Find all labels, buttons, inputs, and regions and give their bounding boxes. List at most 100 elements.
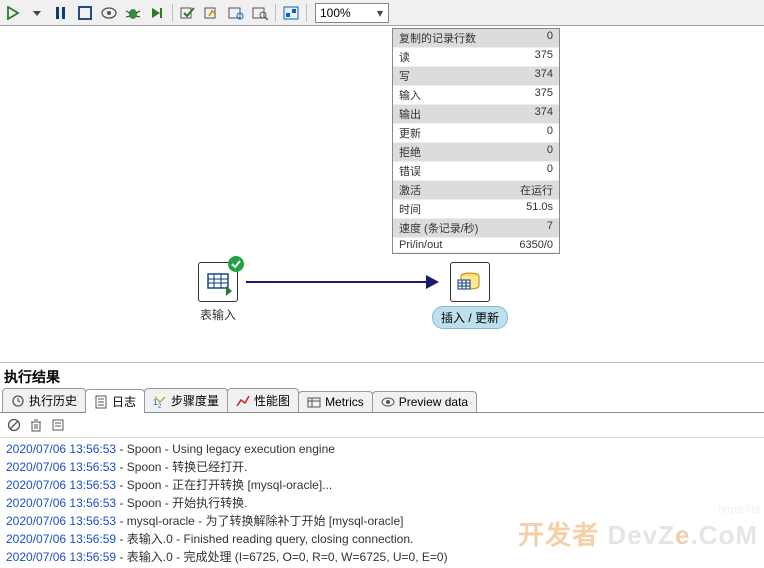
tab-label: 性能图 — [254, 392, 290, 409]
metrics-icon — [307, 395, 321, 409]
stats-key: 速度 (条记录/秒) — [399, 220, 478, 236]
stats-row: 复制的记录行数 0 — [393, 29, 559, 48]
log-line: 2020/07/06 13:56:59 - 表输入.0 - Finished r… — [6, 530, 758, 548]
stats-row: 输出 374 — [393, 105, 559, 124]
stats-key: 更新 — [399, 125, 421, 141]
log-line: 2020/07/06 13:56:53 - Spoon - Using lega… — [6, 440, 758, 458]
transformation-canvas[interactable]: 复制的记录行数0读375写374输入375输出374更新0拒绝0错误0激活在运行… — [0, 26, 764, 362]
zoom-input[interactable] — [316, 6, 372, 20]
toolbar: ▾ — [0, 0, 764, 26]
stats-value: 0 — [547, 163, 553, 179]
insert-update-icon — [450, 262, 490, 302]
tab-perf[interactable]: 性能图 — [227, 388, 299, 412]
stats-value: 0 — [547, 125, 553, 141]
log-timestamp: 2020/07/06 13:56:53 — [6, 496, 116, 510]
replay-button[interactable] — [146, 2, 168, 24]
stats-row: 输入375 — [393, 86, 559, 105]
sql-button[interactable] — [225, 2, 247, 24]
stats-row: 读375 — [393, 48, 559, 67]
settings-icon[interactable] — [50, 417, 66, 433]
log-body[interactable]: 2020/07/06 13:56:53 - Spoon - Using lega… — [0, 438, 764, 568]
stop-button[interactable] — [74, 2, 96, 24]
tab-metrics[interactable]: Metrics — [298, 391, 373, 412]
tab-preview[interactable]: Preview data — [372, 391, 477, 412]
log-message: - Spoon - 正在打开转换 [mysql-oracle]... — [116, 478, 332, 492]
run-dropdown[interactable] — [26, 2, 48, 24]
stats-key: 时间 — [399, 201, 421, 217]
log-timestamp: 2020/07/06 13:56:53 — [6, 460, 116, 474]
results-tabs: 执行历史 日志 12 步骤度量 性能图 Metrics Preview data — [0, 389, 764, 413]
log-message: - Spoon - 开始执行转换. — [116, 496, 247, 510]
tab-label: Metrics — [325, 395, 364, 409]
results-title: 执行结果 — [0, 362, 764, 389]
stats-value: 374 — [535, 106, 553, 122]
tab-label: 日志 — [112, 393, 136, 410]
stats-key: 复制的记录行数 — [399, 30, 476, 46]
run-button[interactable] — [2, 2, 24, 24]
stats-value: 在运行 — [520, 182, 553, 198]
history-icon — [11, 394, 25, 408]
toolbar-separator — [172, 4, 173, 22]
tab-log[interactable]: 日志 — [85, 389, 145, 413]
stats-value: 7 — [547, 220, 553, 236]
stats-key: 读 — [399, 49, 410, 65]
step-table-input[interactable]: 表输入 — [198, 262, 238, 323]
stats-row: 更新 0 — [393, 124, 559, 143]
stats-value: 0 — [547, 30, 553, 46]
step-label: 表输入 — [198, 306, 238, 323]
log-message: - 表输入.0 - 完成处理 (I=6725, O=0, R=0, W=6725… — [116, 550, 447, 564]
stats-key: 拒绝 — [399, 144, 421, 160]
toolbar-separator — [306, 4, 307, 22]
stats-value: 374 — [535, 68, 553, 84]
stats-row: 速度 (条记录/秒) 7 — [393, 219, 559, 238]
step-label: 插入 / 更新 — [432, 306, 508, 329]
stats-key: 输出 — [399, 106, 421, 122]
pause-button[interactable] — [50, 2, 72, 24]
stats-row: 拒绝 0 — [393, 143, 559, 162]
explore-button[interactable] — [249, 2, 271, 24]
step-metrics-icon: 12 — [153, 394, 167, 408]
log-timestamp: 2020/07/06 13:56:59 — [6, 550, 116, 564]
show-results-button[interactable] — [280, 2, 302, 24]
log-timestamp: 2020/07/06 13:56:53 — [6, 478, 116, 492]
step-metrics-tooltip: 复制的记录行数0读375写374输入375输出374更新0拒绝0错误0激活在运行… — [392, 28, 560, 254]
zoom-combo[interactable]: ▾ — [315, 3, 389, 23]
eye-icon — [381, 395, 395, 409]
log-message: - mysql-oracle - 为了转换解除补丁开始 [mysql-oracl… — [116, 514, 403, 528]
tab-label: 执行历史 — [29, 392, 77, 409]
stats-key: 输入 — [399, 87, 421, 103]
log-line: 2020/07/06 13:56:53 - Spoon - 转换已经打开. — [6, 458, 758, 476]
preview-button[interactable] — [98, 2, 120, 24]
log-toolbar — [0, 413, 764, 438]
chevron-down-icon[interactable]: ▾ — [372, 6, 388, 20]
log-line: 2020/07/06 13:56:53 - mysql-oracle - 为了转… — [6, 512, 758, 530]
stats-value: 0 — [547, 144, 553, 160]
stats-key: 激活 — [399, 182, 421, 198]
analyse-button[interactable] — [201, 2, 223, 24]
tab-step-metrics[interactable]: 12 步骤度量 — [144, 388, 228, 412]
step-insert-update[interactable]: 插入 / 更新 — [432, 262, 508, 329]
stats-row: 写 374 — [393, 67, 559, 86]
log-message: - Spoon - Using legacy execution engine — [116, 442, 335, 456]
stats-value: 51.0s — [526, 201, 553, 217]
tab-history[interactable]: 执行历史 — [2, 388, 86, 412]
log-timestamp: 2020/07/06 13:56:53 — [6, 514, 116, 528]
stats-row: 激活 在运行 — [393, 181, 559, 200]
perf-icon — [236, 394, 250, 408]
log-message: - Spoon - 转换已经打开. — [116, 460, 247, 474]
debug-button[interactable] — [122, 2, 144, 24]
tab-label: 步骤度量 — [171, 392, 219, 409]
toolbar-separator — [275, 4, 276, 22]
svg-text:2: 2 — [158, 404, 162, 408]
hop-arrow[interactable] — [246, 281, 428, 283]
trash-icon[interactable] — [28, 417, 44, 433]
stats-row: 错误0 — [393, 162, 559, 181]
prohibit-icon[interactable] — [6, 417, 22, 433]
log-line: 2020/07/06 13:56:53 - Spoon - 开始执行转换. — [6, 494, 758, 512]
stats-row: 时间 51.0s — [393, 200, 559, 219]
table-input-icon — [198, 262, 238, 302]
stats-key: 写 — [399, 68, 410, 84]
success-badge-icon — [228, 256, 244, 272]
stats-key: Pri/in/out — [399, 239, 442, 251]
verify-button[interactable] — [177, 2, 199, 24]
